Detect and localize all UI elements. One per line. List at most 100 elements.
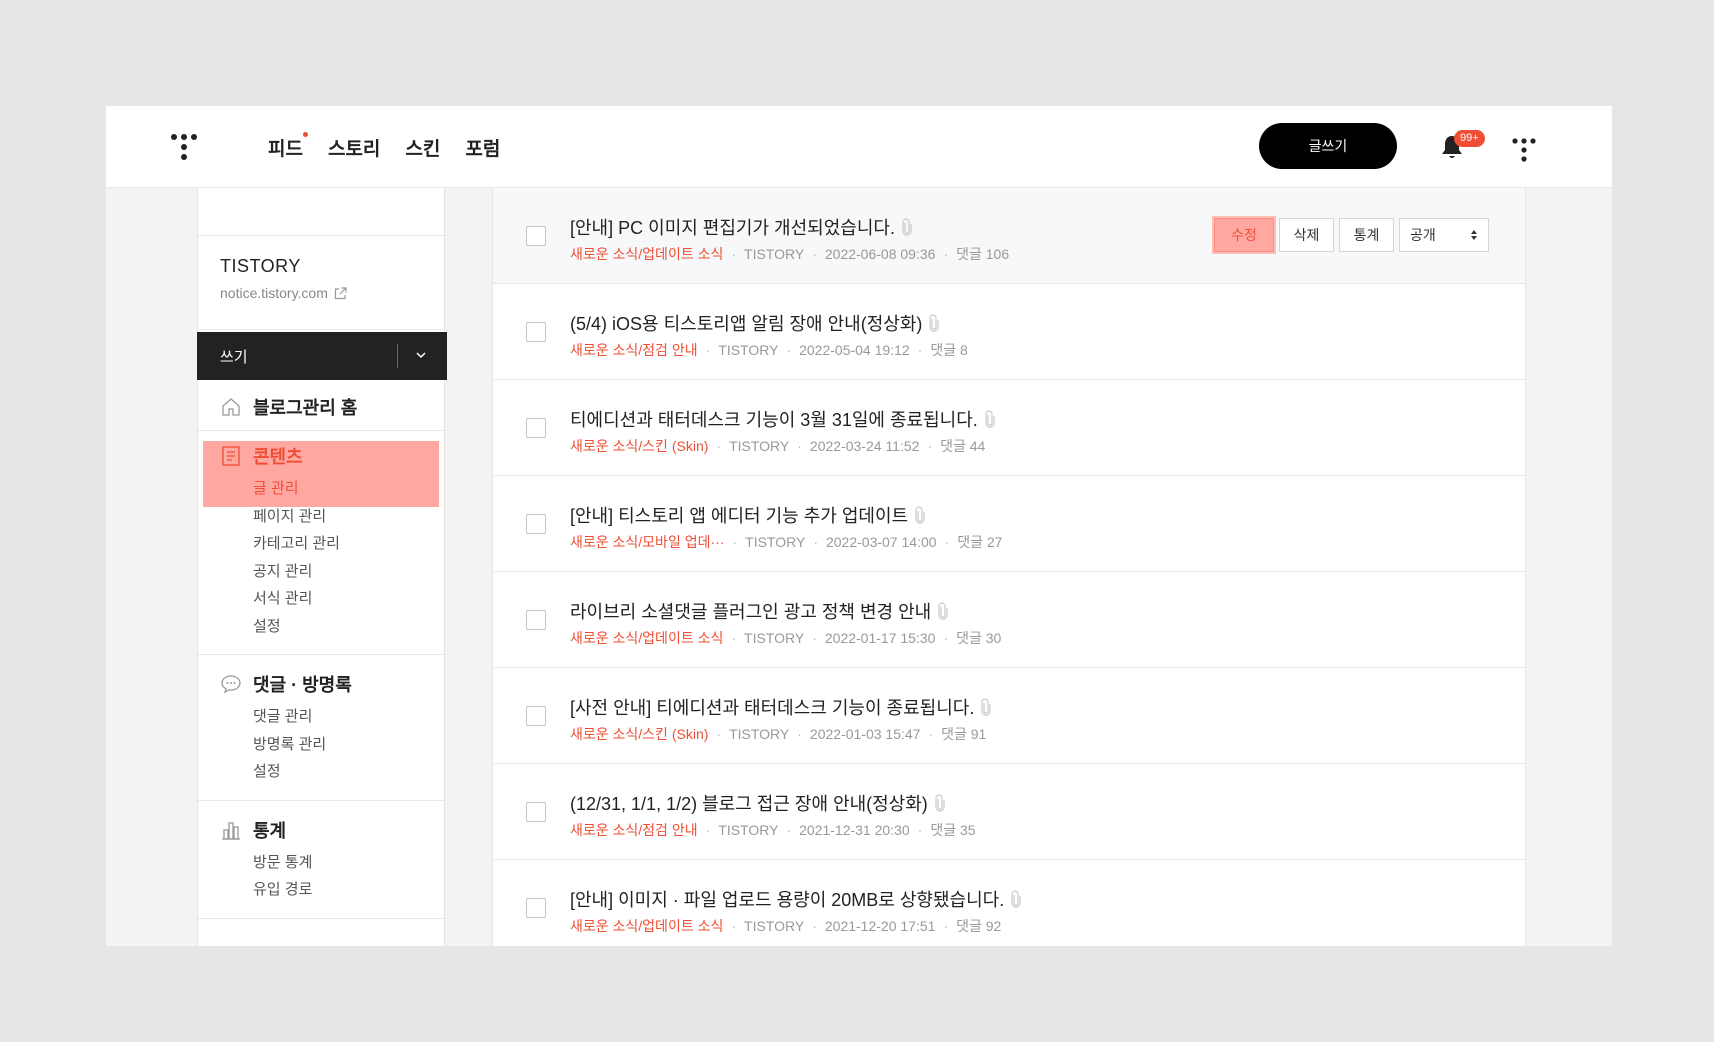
meta-separator: · (943, 918, 949, 934)
post-category[interactable]: 새로운 소식/업데이트 소식 (570, 244, 723, 264)
meta-separator: · (917, 342, 923, 358)
blog-name[interactable]: TISTORY (220, 256, 444, 277)
post-category[interactable]: 새로운 소식/업데이트 소식 (570, 628, 723, 648)
post-comments[interactable]: 댓글 106 (956, 244, 1009, 264)
stats-button[interactable]: 통계 (1339, 218, 1394, 252)
bar-chart-icon (222, 821, 240, 840)
post-title[interactable]: (12/31, 1/1, 1/2) 블로그 접근 장애 안내(정상화) (570, 790, 946, 816)
sidebar-item-comments[interactable]: 댓글 · 방명록 (198, 669, 444, 699)
post-date: 2022-01-17 15:30 (824, 630, 936, 646)
post-comments[interactable]: 댓글 91 (941, 724, 986, 744)
attachment-clip-icon (935, 794, 945, 812)
sidebar-item-guestbook-manage[interactable]: 방명록 관리 (198, 731, 444, 759)
sidebar-item-comments-settings[interactable]: 설정 (198, 758, 444, 786)
post-checkbox[interactable] (526, 610, 546, 630)
sidebar-item-contents[interactable]: 콘텐츠 (198, 441, 444, 471)
sidebar-item-post-manage[interactable]: 글 관리 (198, 475, 444, 503)
post-title[interactable]: [안내] PC 이미지 편집기가 개선되었습니다. (570, 214, 913, 240)
post-list: [안내] PC 이미지 편집기가 개선되었습니다. 새로운 소식/업데이트 소식… (492, 188, 1526, 946)
post-title[interactable]: 티에디션과 태터데스크 기능이 3월 31일에 종료됩니다. (570, 406, 996, 432)
sidebar-item-visit-stats[interactable]: 방문 통계 (198, 849, 444, 877)
post-category[interactable]: 새로운 소식/점검 안내 (570, 340, 698, 360)
post-checkbox[interactable] (526, 802, 546, 822)
post-author: TISTORY (744, 918, 805, 934)
main-nav: 피드 스토리 스킨 포럼 (268, 132, 525, 161)
post-title[interactable]: 라이브리 소셜댓글 플러그인 광고 정책 변경 안내 (570, 598, 949, 624)
meta-separator: · (943, 246, 949, 262)
post-date: 2022-06-08 09:36 (824, 246, 936, 262)
chevron-down-icon[interactable] (415, 349, 427, 361)
post-row: 라이브리 소셜댓글 플러그인 광고 정책 변경 안내 새로운 소식/업데이트 소… (493, 572, 1525, 668)
meta-separator: · (927, 438, 933, 454)
post-comments[interactable]: 댓글 27 (957, 532, 1002, 552)
sidebar-item-category-manage[interactable]: 카테고리 관리 (198, 530, 444, 558)
new-dot-icon (302, 132, 308, 137)
attachment-clip-icon (981, 698, 991, 716)
post-checkbox[interactable] (526, 322, 546, 342)
post-comments[interactable]: 댓글 44 (940, 436, 985, 456)
post-date: 2022-01-03 15:47 (809, 726, 921, 742)
post-author: TISTORY (729, 438, 790, 454)
post-meta: 새로운 소식/업데이트 소식 · TISTORY · 2022-01-17 15… (570, 628, 1001, 648)
post-comments[interactable]: 댓글 8 (930, 340, 967, 360)
meta-separator: · (732, 534, 738, 550)
app-window: 피드 스토리 스킨 포럼 글쓰기 99+ TISTORY notice.tist… (106, 106, 1612, 946)
sidebar-item-contents-settings[interactable]: 설정 (198, 613, 444, 641)
post-comments[interactable]: 댓글 30 (956, 628, 1001, 648)
post-row: [안내] 티스토리 앱 에디터 기능 추가 업데이트 새로운 소식/모바일 업데… (493, 476, 1525, 572)
post-checkbox[interactable] (526, 898, 546, 918)
edit-button[interactable]: 수정 (1214, 218, 1274, 252)
visibility-select[interactable]: 공개 (1399, 218, 1489, 252)
post-title[interactable]: [안내] 이미지 · 파일 업로드 용량이 20MB로 상향됐습니다. (570, 886, 1022, 912)
meta-separator: · (944, 534, 950, 550)
post-title[interactable]: [안내] 티스토리 앱 에디터 기능 추가 업데이트 (570, 502, 926, 528)
post-date: 2022-05-04 19:12 (799, 342, 910, 358)
meta-separator: · (786, 822, 792, 838)
top-header: 피드 스토리 스킨 포럼 글쓰기 99+ (106, 106, 1612, 188)
tistory-menu-icon[interactable] (1510, 136, 1538, 164)
sidebar-group-home: 블로그관리 홈 (198, 384, 444, 431)
sidebar-item-comment-manage[interactable]: 댓글 관리 (198, 703, 444, 731)
sidebar-group-comments: 댓글 · 방명록 댓글 관리 방명록 관리 설정 (198, 655, 444, 801)
sidebar-item-stats[interactable]: 통계 (198, 815, 444, 845)
nav-skin[interactable]: 스킨 (405, 134, 440, 161)
post-category[interactable]: 새로운 소식/스킨 (Skin) (570, 436, 708, 456)
post-checkbox[interactable] (526, 514, 546, 534)
post-date: 2022-03-07 14:00 (825, 534, 937, 550)
sidebar-top-spacer (198, 188, 444, 236)
sidebar-group-stats: 통계 방문 통계 유입 경로 (198, 801, 444, 919)
sidebar-item-blog-home[interactable]: 블로그관리 홈 (198, 392, 444, 422)
sidebar-item-template-manage[interactable]: 서식 관리 (198, 585, 444, 613)
post-category[interactable]: 새로운 소식/업데이트 소식 (570, 916, 723, 936)
post-checkbox[interactable] (526, 226, 546, 246)
post-comments[interactable]: 댓글 92 (956, 916, 1001, 936)
divider (397, 344, 398, 368)
tistory-logo-icon[interactable] (169, 132, 199, 162)
nav-story[interactable]: 스토리 (328, 134, 380, 161)
post-meta: 새로운 소식/점검 안내 · TISTORY · 2021-12-31 20:3… (570, 820, 976, 840)
sidebar-write-button[interactable]: 쓰기 (197, 332, 447, 380)
post-checkbox[interactable] (526, 706, 546, 726)
post-meta: 새로운 소식/점검 안내 · TISTORY · 2022-05-04 19:1… (570, 340, 968, 360)
write-post-button[interactable]: 글쓰기 (1259, 123, 1397, 169)
attachment-clip-icon (1011, 890, 1021, 908)
post-checkbox[interactable] (526, 418, 546, 438)
post-comments[interactable]: 댓글 35 (930, 820, 975, 840)
post-category[interactable]: 새로운 소식/모바일 업데··· (570, 532, 724, 552)
post-title[interactable]: [사전 안내] 티에디션과 태터데스크 기능이 종료됩니다. (570, 694, 992, 720)
blog-url-link[interactable]: notice.tistory.com (220, 285, 444, 301)
delete-button[interactable]: 삭제 (1279, 218, 1334, 252)
blog-info: TISTORY notice.tistory.com (198, 236, 444, 330)
post-row: 티에디션과 태터데스크 기능이 3월 31일에 종료됩니다. 새로운 소식/스킨… (493, 380, 1525, 476)
sidebar-item-referrer[interactable]: 유입 경로 (198, 876, 444, 904)
post-category[interactable]: 새로운 소식/스킨 (Skin) (570, 724, 708, 744)
post-category[interactable]: 새로운 소식/점검 안내 (570, 820, 698, 840)
post-title[interactable]: (5/4) iOS용 티스토리앱 알림 장애 안내(정상화) (570, 310, 940, 336)
post-date: 2021-12-20 17:51 (824, 918, 936, 934)
meta-separator: · (812, 246, 817, 262)
speech-bubble-icon (221, 675, 241, 694)
nav-feed[interactable]: 피드 (268, 132, 308, 161)
post-meta: 새로운 소식/업데이트 소식 · TISTORY · 2021-12-20 17… (570, 916, 1001, 936)
nav-forum[interactable]: 포럼 (465, 134, 500, 161)
sidebar-item-notice-manage[interactable]: 공지 관리 (198, 558, 444, 586)
